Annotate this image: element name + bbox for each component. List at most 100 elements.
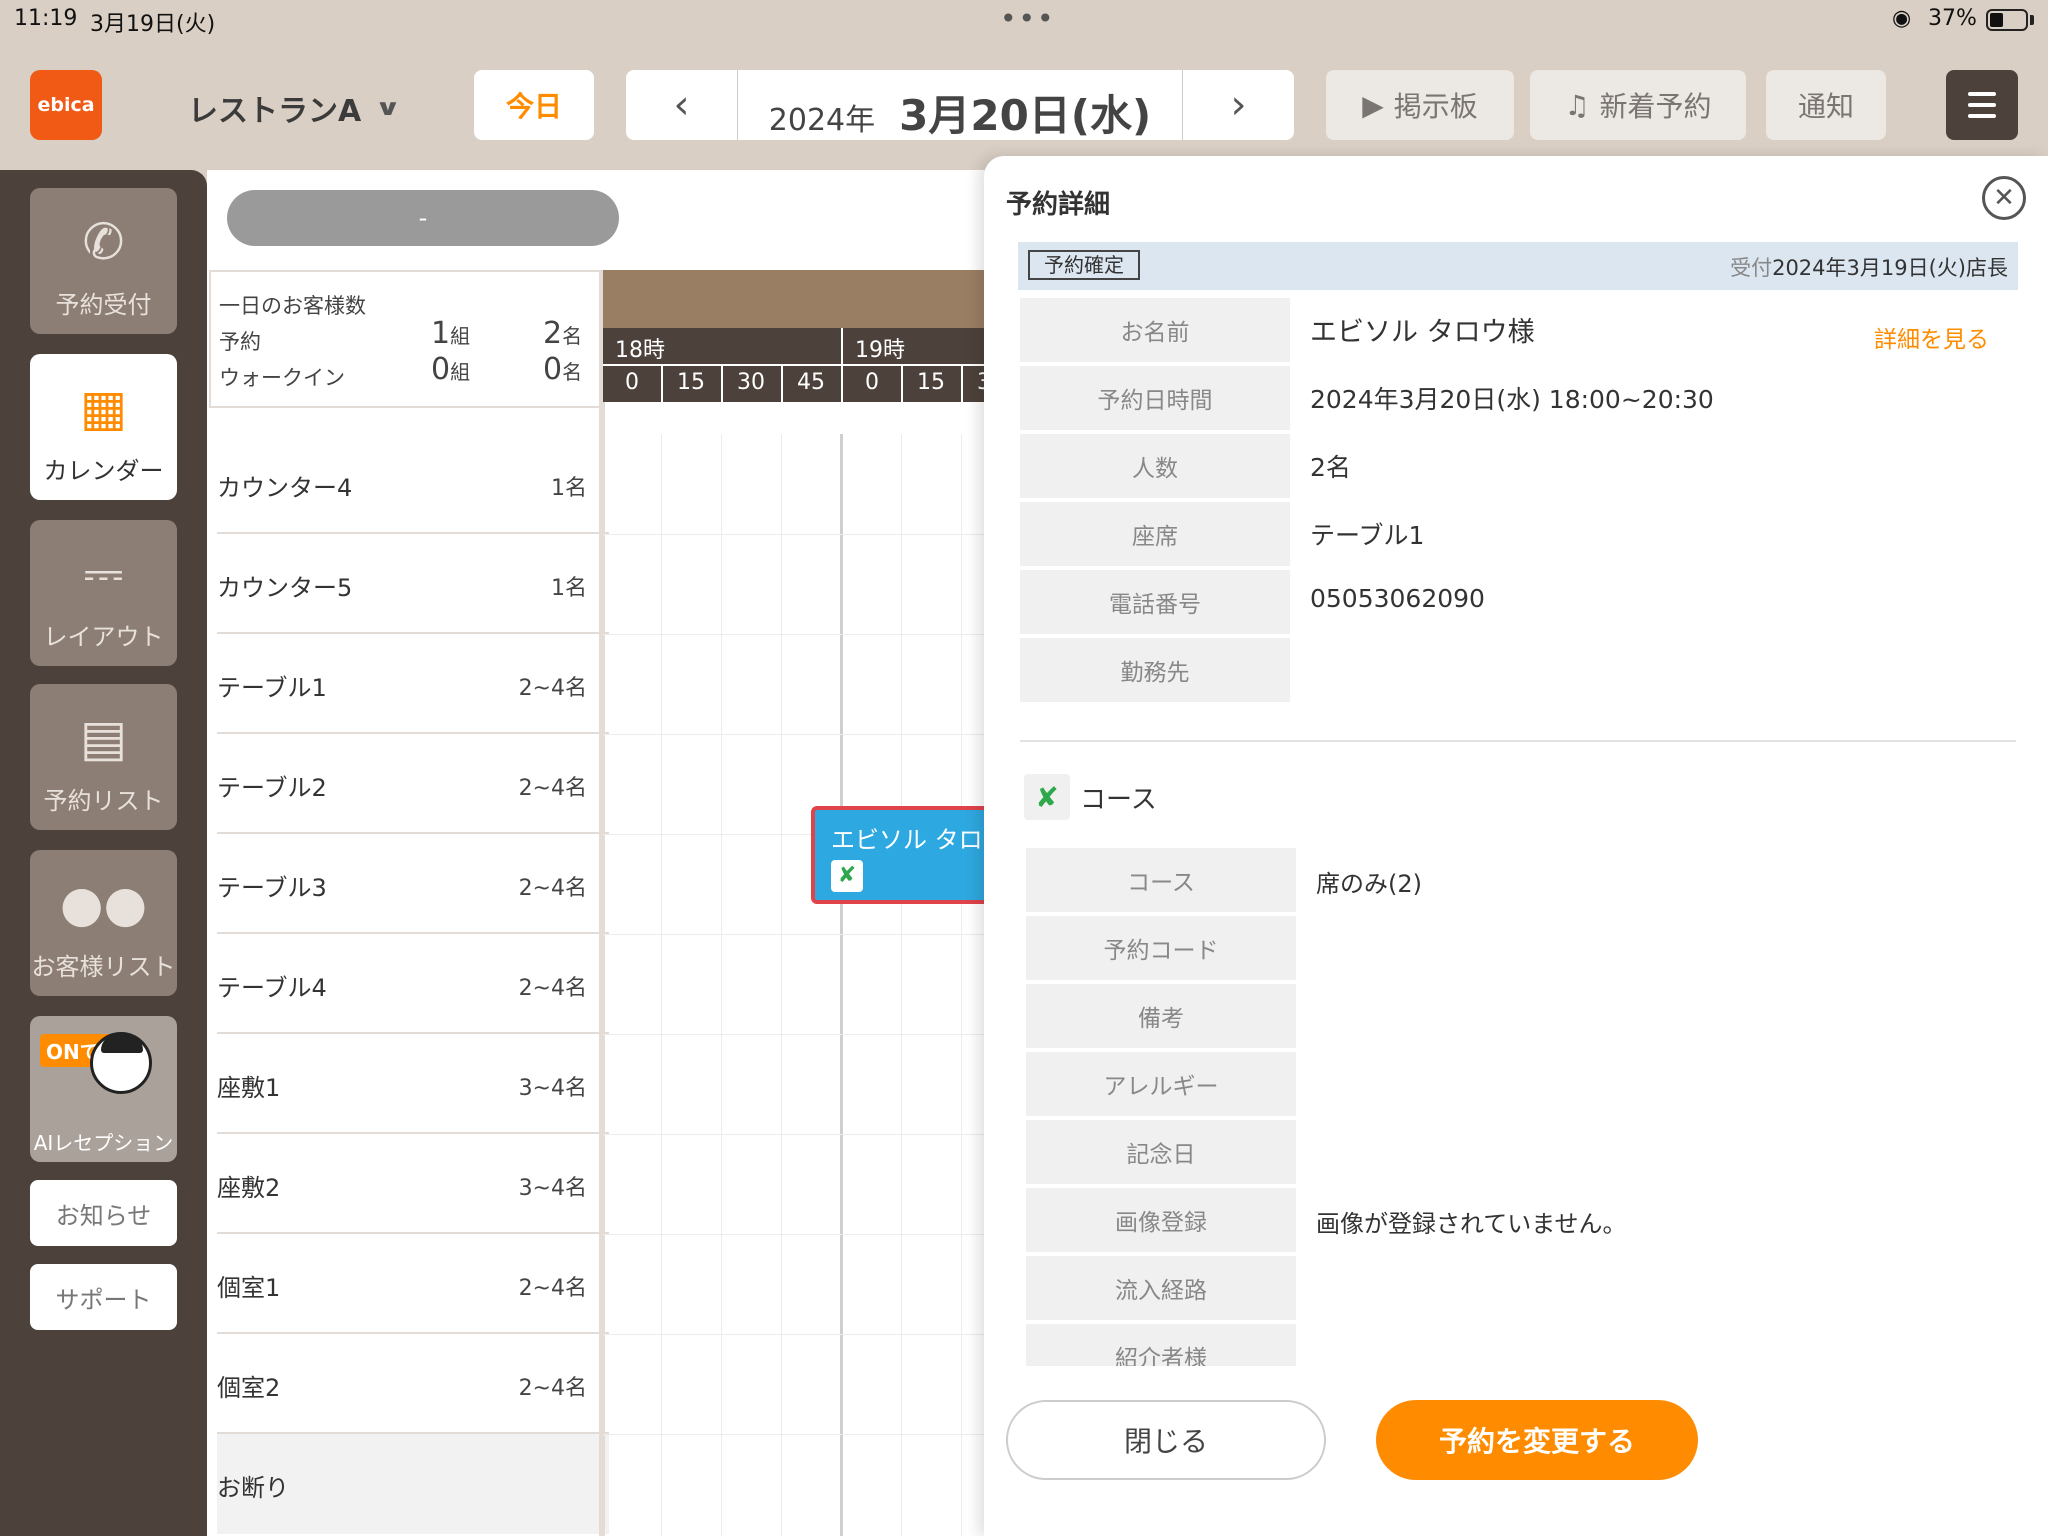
sidebar-item-label: 予約リスト xyxy=(43,787,164,815)
battery-icon xyxy=(1986,9,2028,31)
seat-row[interactable]: テーブル2 2~4名 xyxy=(217,734,609,834)
table-layout-icon: ⎓ xyxy=(83,544,124,602)
restaurant-selector[interactable]: レストランA ∨ xyxy=(188,86,402,130)
hour-label: 18時 xyxy=(615,338,665,363)
minute-label: 15 xyxy=(677,370,705,395)
panel-title: 予約詳細 xyxy=(1006,190,1111,220)
status-date: 3月19日(火) xyxy=(90,12,216,37)
seat-row[interactable]: 個室2 2~4名 xyxy=(217,1334,609,1434)
course-row: 予約コード xyxy=(1026,916,2016,982)
sidebar-item-label: レイアウト xyxy=(43,623,164,651)
support-button[interactable]: サポート xyxy=(30,1264,177,1330)
hour-label: 19時 xyxy=(855,338,905,363)
seat-row[interactable]: 座敷1 3~4名 xyxy=(217,1034,609,1134)
megaphone-icon: ▶ xyxy=(1362,88,1384,122)
new-reservation-button[interactable]: ♫ 新着予約 xyxy=(1530,70,1746,140)
minute-divider xyxy=(661,366,663,402)
minute-label: 15 xyxy=(917,370,945,395)
detail-row-name: お名前 エビソル タロウ様 xyxy=(1020,298,2016,364)
bulletin-board-label: 掲示板 xyxy=(1393,90,1478,123)
sidebar-item-label: お客様リスト xyxy=(31,953,176,981)
seat-row-declined[interactable]: お断り xyxy=(217,1434,609,1534)
hour-divider xyxy=(841,328,843,364)
course-row: 記念日 xyxy=(1026,1120,2016,1186)
multitask-dots-icon[interactable]: ••• xyxy=(1000,2,1056,35)
fork-knife-icon: ✘ xyxy=(1024,774,1070,820)
sidebar: ✆ 予約受付 ▦ カレンダー ⎓ レイアウト ▤ 予約リスト ●● お客様リスト… xyxy=(0,170,207,1536)
seat-row[interactable]: 座敷2 3~4名 xyxy=(217,1134,609,1234)
reservation-groups: 1組 xyxy=(431,316,471,351)
summary-reservation-label: 予約 xyxy=(219,330,261,354)
sidebar-item-label: AIレセプション xyxy=(33,1131,174,1155)
prev-day-button[interactable]: ‹ xyxy=(626,70,738,140)
walkin-groups: 0組 xyxy=(431,352,471,387)
detail-row-party-size: 人数 2名 xyxy=(1020,434,2016,500)
minute-divider xyxy=(721,366,723,402)
date-navigator: ‹ 2024年 3月20日(水) › xyxy=(626,70,1294,140)
detail-row-phone: 電話番号 05053062090 xyxy=(1020,570,2016,636)
sidebar-item-customer-list[interactable]: ●● お客様リスト xyxy=(30,850,177,996)
battery-tip xyxy=(2030,15,2034,25)
sidebar-item-layout[interactable]: ⎓ レイアウト xyxy=(30,520,177,666)
book-icon: ▤ xyxy=(79,709,128,767)
grid-line xyxy=(661,434,662,1536)
minute-label: 30 xyxy=(737,370,765,395)
sidebar-item-ai-reception[interactable]: ONです AIレセプション xyxy=(30,1016,177,1162)
status-badge: 予約確定 xyxy=(1028,250,1140,280)
sidebar-item-label: カレンダー xyxy=(43,457,164,485)
ebica-logo[interactable]: ebica xyxy=(30,70,102,140)
course-row: 流入経路 xyxy=(1026,1256,2016,1322)
grid-line xyxy=(901,434,902,1536)
detail-row-seat: 座席 テーブル1 xyxy=(1020,502,2016,568)
course-heading-label: コース xyxy=(1080,784,1157,815)
minute-divider xyxy=(781,366,783,402)
phone-icon: ✆ xyxy=(82,213,125,271)
seat-row[interactable]: テーブル3 2~4名 xyxy=(217,834,609,934)
close-button[interactable]: 閉じる xyxy=(1006,1400,1326,1480)
reservation-detail-panel: 予約詳細 ✕ 予約確定 受付2024年3月19日(火)店長 お名前 エビソル タ… xyxy=(984,156,2048,1536)
bulletin-board-button[interactable]: ▶ 掲示板 xyxy=(1326,70,1514,140)
calendar-icon: ▦ xyxy=(79,379,128,437)
next-day-button[interactable]: › xyxy=(1182,70,1294,140)
received-info: 受付2024年3月19日(火)店長 xyxy=(1730,256,2008,280)
menu-icon-bar xyxy=(1968,114,1996,118)
menu-button[interactable] xyxy=(1946,70,2018,140)
seat-row[interactable]: テーブル4 2~4名 xyxy=(217,934,609,1034)
today-button[interactable]: 今日 xyxy=(474,70,594,140)
sidebar-item-calendar[interactable]: ▦ カレンダー xyxy=(30,354,177,500)
seat-row[interactable]: カウンター5 1名 xyxy=(217,534,609,634)
seat-row[interactable]: カウンター4 1名 xyxy=(217,434,609,534)
summary-walkin-label: ウォークイン xyxy=(219,366,345,390)
change-reservation-button[interactable]: 予約を変更する xyxy=(1376,1400,1698,1480)
users-icon: ●● xyxy=(59,875,148,933)
view-details-link[interactable]: 詳細を見る xyxy=(1874,320,1989,354)
status-bar: 11:19 3月19日(火) ••• ◉ 37% xyxy=(0,0,2048,40)
sidebar-item-reservation-list[interactable]: ▤ 予約リスト xyxy=(30,684,177,830)
grid-line xyxy=(721,434,722,1536)
date-month-day: 3月20日(水) xyxy=(899,91,1152,140)
seat-row[interactable]: テーブル1 2~4名 xyxy=(217,634,609,734)
seat-row[interactable]: 個室1 2~4名 xyxy=(217,1234,609,1334)
minute-label: 0 xyxy=(865,370,879,395)
fork-knife-icon: ✘ xyxy=(831,860,863,892)
chevron-down-icon: ∨ xyxy=(374,95,402,121)
course-row: 備考 xyxy=(1026,984,2016,1050)
grid-line xyxy=(781,434,782,1536)
restaurant-name: レストランA xyxy=(188,94,362,129)
minute-divider xyxy=(961,366,963,402)
grid-line-hour xyxy=(840,434,843,1536)
sidebar-item-reception[interactable]: ✆ 予約受付 xyxy=(30,188,177,334)
notification-button[interactable]: 通知 xyxy=(1766,70,1886,140)
current-date[interactable]: 2024年 3月20日(水) xyxy=(738,70,1182,140)
minute-label: 0 xyxy=(625,370,639,395)
detail-row-datetime: 予約日時間 2024年3月20日(水) 18:00~20:30 xyxy=(1020,366,2016,432)
course-row: アレルギー xyxy=(1026,1052,2016,1118)
close-icon[interactable]: ✕ xyxy=(1982,176,2026,220)
wifi-icon: ◉ xyxy=(1892,6,1912,31)
filter-pill[interactable]: - xyxy=(227,190,619,246)
notice-button[interactable]: お知らせ xyxy=(30,1180,177,1246)
sidebar-item-label: 予約受付 xyxy=(55,291,152,319)
course-row: コース 席のみ(2) xyxy=(1026,848,2016,914)
divider xyxy=(1020,740,2016,742)
minute-divider xyxy=(841,366,843,402)
